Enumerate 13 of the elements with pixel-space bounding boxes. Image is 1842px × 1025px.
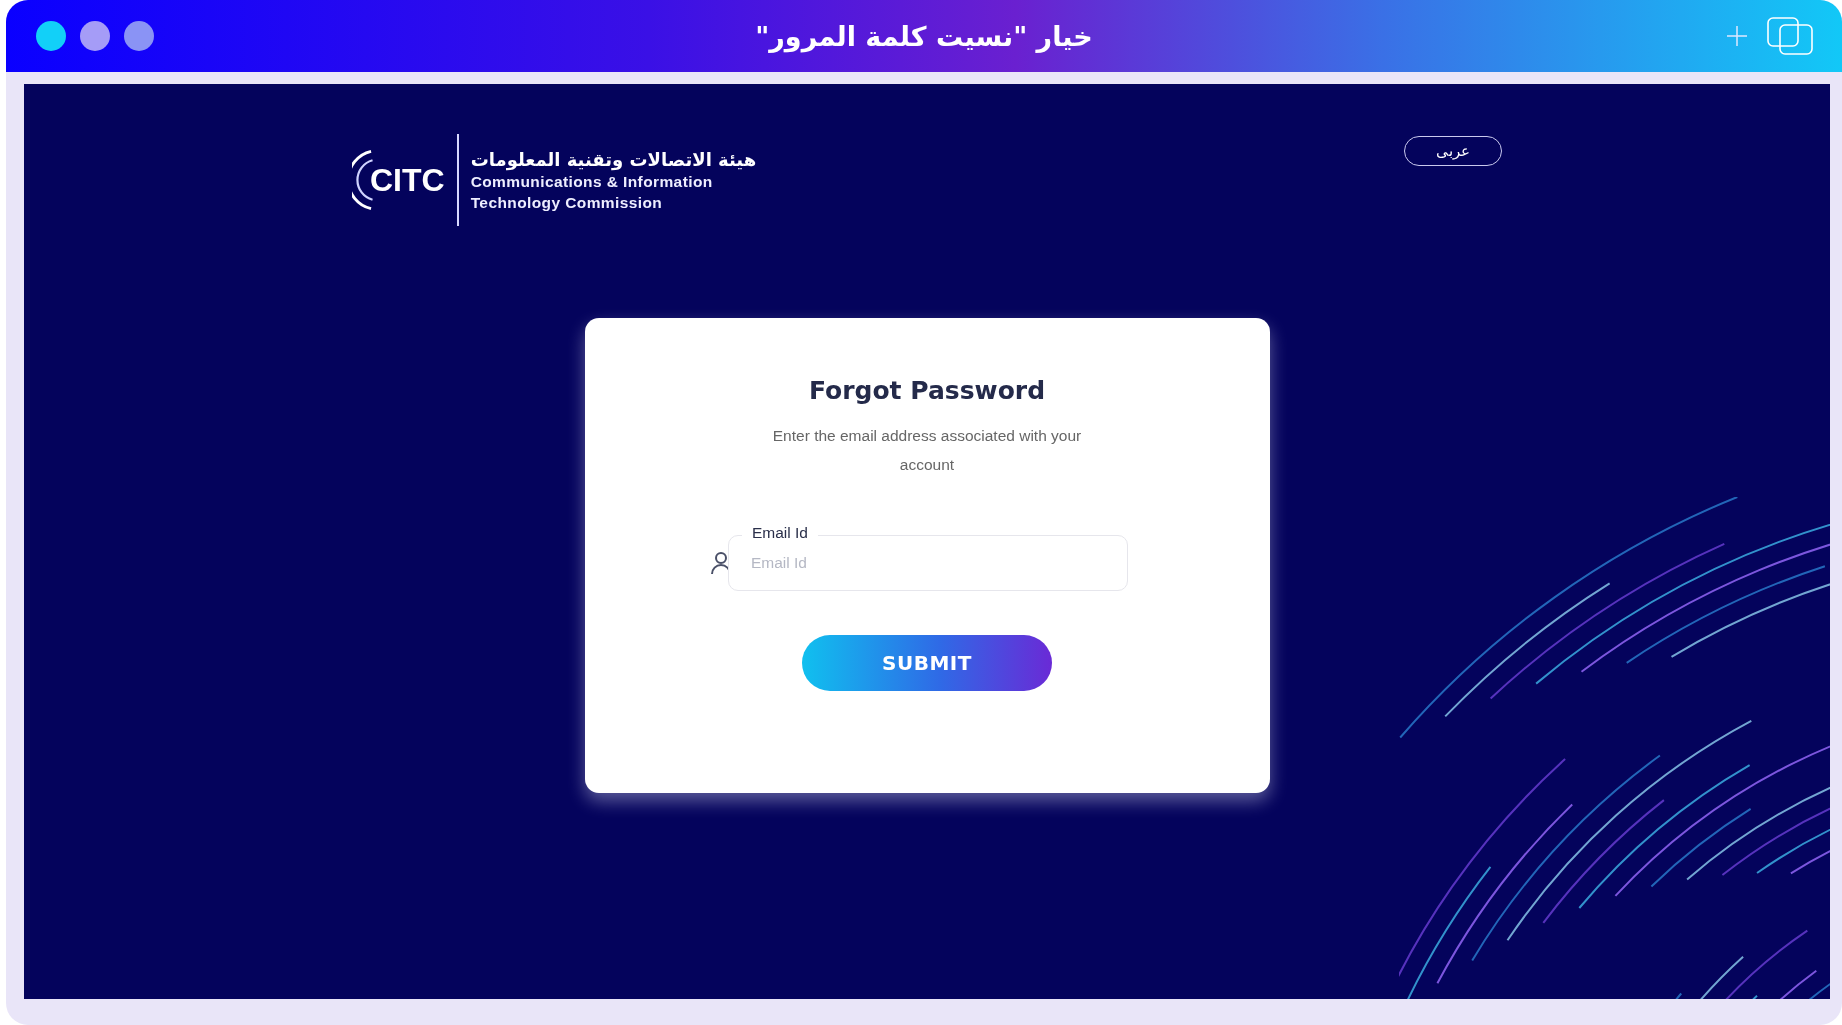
card-subtitle: Enter the email address associated with your account bbox=[771, 426, 1083, 475]
window-dot-icon[interactable] bbox=[124, 21, 154, 51]
logo-mark: CITC bbox=[370, 161, 445, 199]
logo-arabic-name: هيئة الاتصالات وتقنية المعلومات bbox=[470, 148, 757, 170]
card-title: Forgot Password bbox=[808, 376, 1046, 405]
copy-icon[interactable] bbox=[1766, 16, 1814, 56]
submit-button[interactable]: SUBMIT bbox=[802, 635, 1052, 691]
window-dot-icon[interactable] bbox=[36, 21, 66, 51]
plus-icon[interactable] bbox=[1726, 25, 1748, 47]
window-dot-icon[interactable] bbox=[80, 21, 110, 51]
logo-english-name: Technology Commission bbox=[470, 193, 664, 212]
window-title: خيار "نسيت كلمة المرور" bbox=[755, 20, 1093, 52]
logo-english-name: Communications & Information bbox=[470, 172, 714, 191]
